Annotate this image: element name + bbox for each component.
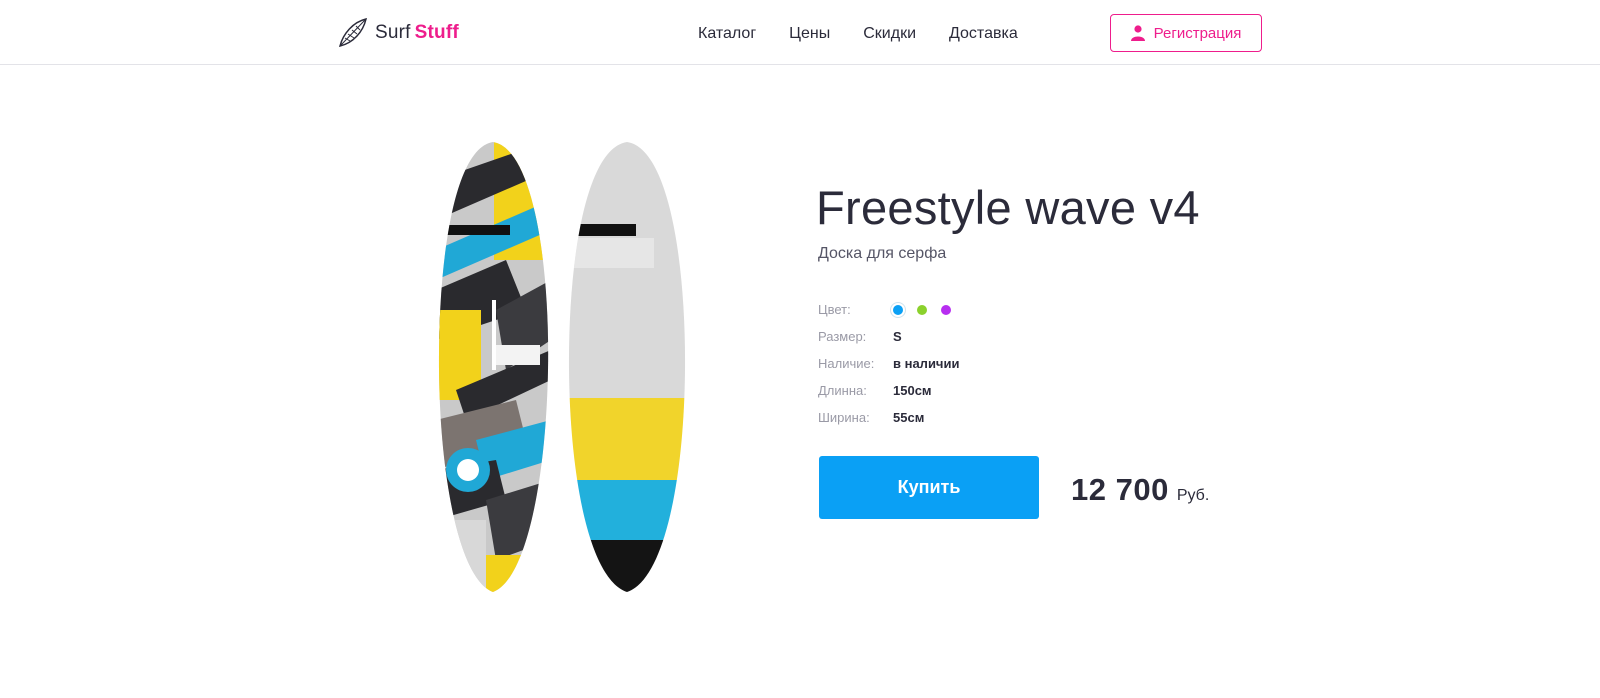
spec-length-value: 150см bbox=[893, 383, 932, 398]
color-swatch-blue[interactable] bbox=[893, 304, 903, 315]
product-specs: Цвет: Размер: S Наличие: в наличии Длинн… bbox=[818, 296, 965, 431]
spec-availability: Наличие: в наличии bbox=[818, 350, 965, 377]
spec-size: Размер: S bbox=[818, 323, 965, 350]
product-subtitle: Доска для серфа bbox=[818, 245, 947, 262]
price-value: 12 700 bbox=[1071, 472, 1169, 507]
logo-text: Surf Stuff bbox=[375, 22, 459, 44]
product-title: Freestyle wave v4 bbox=[816, 181, 1200, 234]
spec-width-value: 55см bbox=[893, 410, 925, 425]
nav-prices[interactable]: Цены bbox=[789, 24, 830, 44]
logo[interactable]: Surf Stuff bbox=[335, 16, 459, 50]
price: 12 700 Руб. bbox=[1071, 472, 1209, 508]
register-button[interactable]: Регистрация bbox=[1110, 14, 1262, 52]
user-icon bbox=[1130, 25, 1145, 41]
spec-width: Ширина: 55см bbox=[818, 404, 965, 431]
board-bottom-image bbox=[568, 142, 686, 592]
nav-catalog[interactable]: Каталог bbox=[698, 24, 756, 44]
site-header: Surf Stuff Каталог Цены Скидки Доставка Р… bbox=[0, 0, 1600, 65]
color-swatch-purple[interactable] bbox=[941, 304, 951, 315]
nav-discounts[interactable]: Скидки bbox=[863, 24, 916, 44]
spec-availability-value: в наличии bbox=[893, 356, 960, 371]
spec-width-label: Ширина: bbox=[818, 410, 870, 425]
main-nav: Каталог Цены Скидки Доставка bbox=[698, 24, 1051, 44]
spec-size-label: Размер: bbox=[818, 329, 867, 344]
logo-stuff: Stuff bbox=[414, 22, 459, 43]
spec-length-label: Длинна: bbox=[818, 383, 867, 398]
logo-surf: Surf bbox=[375, 22, 411, 43]
spec-color: Цвет: bbox=[818, 296, 965, 323]
color-swatch-green[interactable] bbox=[917, 304, 927, 315]
nav-delivery[interactable]: Доставка bbox=[949, 24, 1018, 44]
spec-length: Длинна: 150см bbox=[818, 377, 965, 404]
spec-size-value: S bbox=[893, 329, 902, 344]
surfboard-logo-icon bbox=[338, 17, 368, 48]
register-label: Регистрация bbox=[1153, 24, 1242, 42]
board-deck-image bbox=[438, 142, 549, 592]
price-currency: Руб. bbox=[1176, 487, 1210, 504]
buy-button[interactable]: Купить bbox=[819, 456, 1039, 519]
spec-color-label: Цвет: bbox=[818, 302, 851, 317]
color-swatches bbox=[893, 304, 965, 315]
spec-availability-label: Наличие: bbox=[818, 356, 875, 371]
